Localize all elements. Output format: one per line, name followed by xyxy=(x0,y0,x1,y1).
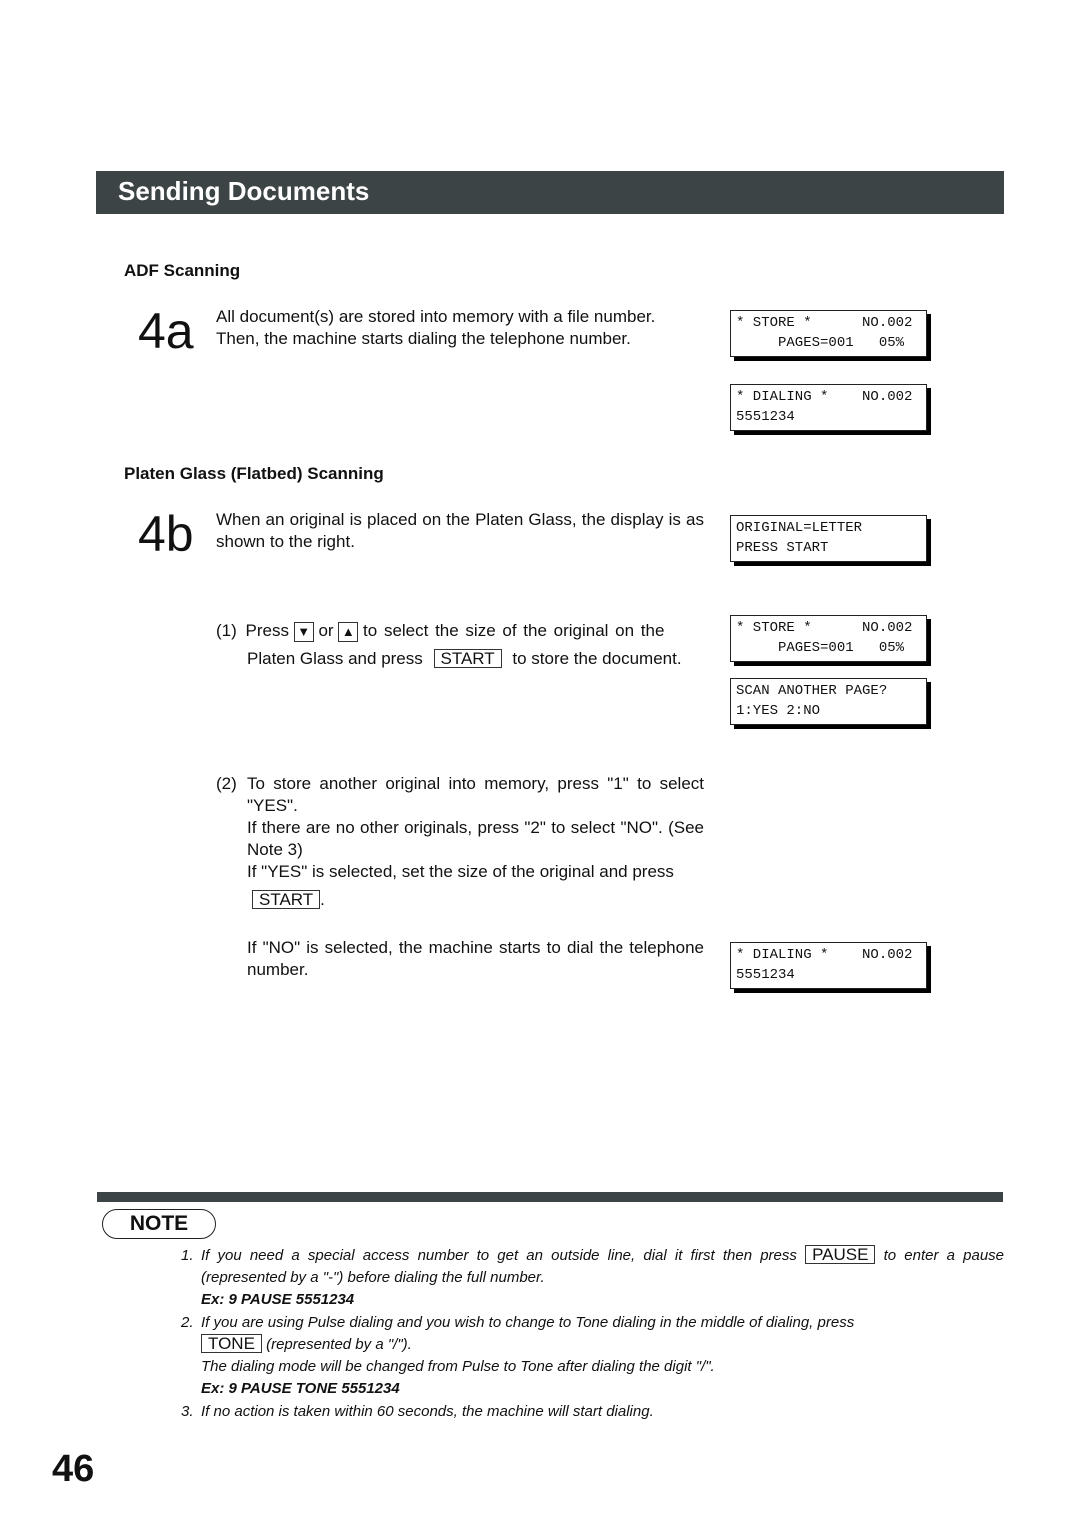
example: Ex: 9 PAUSE 5551234 xyxy=(201,1291,355,1308)
lcd-line: PRESS START xyxy=(736,540,829,556)
lcd-line: 5551234 xyxy=(736,409,795,425)
text: . xyxy=(320,890,325,909)
lcd-line: 1:YES 2:NO xyxy=(736,703,821,719)
text: If no action is taken within 60 seconds,… xyxy=(201,1403,654,1420)
platen-heading: Platen Glass (Flatbed) Scanning xyxy=(124,464,384,483)
page-number: 46 xyxy=(52,1448,95,1490)
text: or xyxy=(318,621,334,640)
substep-1-line2: Platen Glass and press START to store th… xyxy=(247,645,682,673)
down-arrow-key-icon: ▼ xyxy=(293,621,314,642)
text: Press xyxy=(245,621,289,640)
substep-2-p3: If "YES" is selected, set the size of th… xyxy=(247,862,674,881)
divider-bar xyxy=(97,1192,1003,1202)
lcd-line: * DIALING * NO.002 xyxy=(736,389,913,405)
lcd-line: * STORE * NO.002 xyxy=(736,620,913,636)
note-number: 2. xyxy=(181,1314,194,1331)
lcd-display-store: * STORE * NO.002 PAGES=001 05% xyxy=(730,310,927,357)
text: If you are using Pulse dialing and you w… xyxy=(201,1314,855,1331)
section-header: Sending Documents xyxy=(96,171,1004,214)
note-2: 2. If you are using Pulse dialing and yo… xyxy=(181,1312,1004,1400)
lcd-display-scan-another: SCAN ANOTHER PAGE? 1:YES 2:NO xyxy=(730,678,927,725)
tone-key: TONE xyxy=(201,1334,262,1353)
manual-page: Sending Documents ADF Scanning 4a All do… xyxy=(0,0,1080,1528)
lcd-line: SCAN ANOTHER PAGE? xyxy=(736,683,888,699)
step-4b: 4b xyxy=(138,506,194,562)
text: to select the size of the original on th… xyxy=(363,621,665,640)
start-key: START xyxy=(433,649,502,668)
substep-2-number: (2) xyxy=(216,774,237,793)
lcd-line: ORIGINAL=LETTER xyxy=(736,520,863,536)
pause-key: PAUSE xyxy=(805,1245,876,1264)
text: to store the document. xyxy=(512,649,682,668)
adf-text: All document(s) are stored into memory w… xyxy=(216,307,656,348)
section-title: Sending Documents xyxy=(118,176,370,206)
lcd-line: 5551234 xyxy=(736,967,795,983)
start-key: START xyxy=(252,890,321,909)
substep-2-p2: If there are no other originals, press "… xyxy=(247,818,704,859)
substep-number: (1) xyxy=(216,621,237,640)
adf-heading: ADF Scanning xyxy=(124,261,241,280)
lcd-display-store-2: * STORE * NO.002 PAGES=001 05% xyxy=(730,615,927,662)
lcd-display-original: ORIGINAL=LETTER PRESS START xyxy=(730,515,927,562)
note-3: 3. If no action is taken within 60 second… xyxy=(181,1401,1004,1423)
substep-2-start: START. xyxy=(252,889,325,911)
lcd-line: PAGES=001 05% xyxy=(736,335,905,351)
up-arrow-key-icon: ▲ xyxy=(338,621,359,642)
substep-1: (1) Press ▼ or ▲ to select the size of t… xyxy=(216,617,664,645)
step-4a: 4a xyxy=(138,303,194,359)
lcd-display-dialing-2: * DIALING * NO.002 5551234 xyxy=(730,942,927,989)
text: (represented by a "/"). xyxy=(266,1336,412,1353)
platen-text: When an original is placed on the Platen… xyxy=(216,510,704,551)
note-label: NOTE xyxy=(102,1209,216,1239)
example: Ex: 9 PAUSE TONE 5551234 xyxy=(201,1380,400,1397)
lcd-line: PAGES=001 05% xyxy=(736,640,905,656)
note-number: 1. xyxy=(181,1247,194,1264)
text: If you need a special access number to g… xyxy=(201,1247,797,1264)
lcd-display-dialing: * DIALING * NO.002 5551234 xyxy=(730,384,927,431)
note-1: 1. If you need a special access number t… xyxy=(181,1245,1004,1311)
note-number: 3. xyxy=(181,1403,194,1420)
substep-2-p1: To store another original into memory, p… xyxy=(247,774,704,815)
text: The dialing mode will be changed from Pu… xyxy=(201,1358,715,1375)
text: Platen Glass and press xyxy=(247,649,423,668)
substep-2-p4: If "NO" is selected, the machine starts … xyxy=(247,938,704,979)
lcd-line: * STORE * NO.002 xyxy=(736,315,913,331)
lcd-line: * DIALING * NO.002 xyxy=(736,947,913,963)
